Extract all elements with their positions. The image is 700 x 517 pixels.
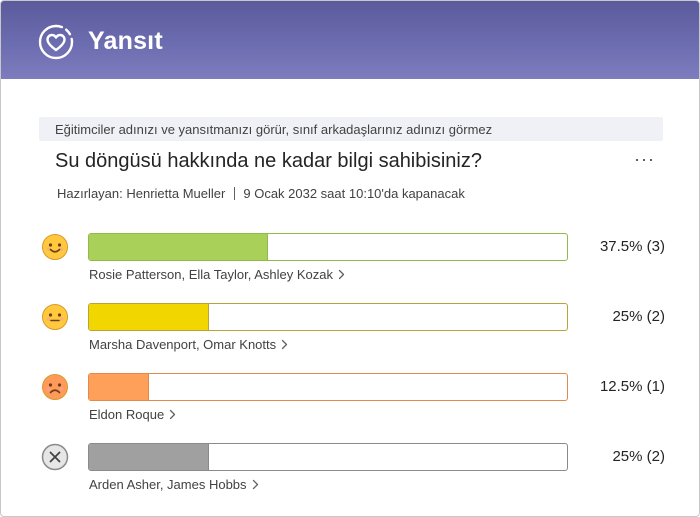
response-bar-fill — [89, 444, 209, 470]
sad-face-icon — [41, 373, 69, 401]
response-percent: 25% (2) — [612, 448, 665, 465]
respondent-names-link[interactable]: Arden Asher, James Hobbs — [89, 477, 259, 493]
respondent-names: Rosie Patterson, Ella Taylor, Ashley Koz… — [89, 267, 333, 282]
question-title: Su döngüsü hakkında ne kadar bilgi sahib… — [55, 150, 482, 172]
response-row: 37.5% (3) Rosie Patterson, Ella Taylor, A… — [1, 233, 699, 293]
meta-divider — [234, 187, 236, 200]
more-options-button[interactable]: ··· — [634, 149, 655, 170]
question-meta: Hazırlayan: Henrietta Mueller 9 Ocak 2032… — [57, 186, 465, 201]
response-bar-fill — [89, 374, 149, 400]
reflect-card: Yansıt Eğitimciler adınızı ve yansıtmanı… — [0, 0, 700, 517]
respondent-names-link[interactable]: Rosie Patterson, Ella Taylor, Ashley Koz… — [89, 267, 345, 283]
respondent-names-link[interactable]: Marsha Davenport, Omar Knotts — [89, 337, 288, 353]
response-bar — [88, 443, 568, 471]
response-percent: 25% (2) — [612, 308, 665, 325]
response-bar — [88, 233, 568, 261]
response-row: 25% (2) Marsha Davenport, Omar Knotts — [1, 303, 699, 363]
respondent-names: Marsha Davenport, Omar Knotts — [89, 337, 277, 352]
deadline-text: 9 Ocak 2032 saat 10:10'da kapanacak — [243, 186, 465, 201]
response-bar — [88, 373, 568, 401]
respondent-names: Arden Asher, James Hobbs — [89, 477, 247, 492]
response-row: 25% (2) Arden Asher, James Hobbs — [1, 443, 699, 503]
respondent-names: Eldon Roque — [89, 407, 165, 422]
chevron-right-icon — [338, 268, 345, 283]
chevron-right-icon — [252, 478, 259, 493]
response-row: 12.5% (1) Eldon Roque — [1, 373, 699, 433]
response-percent: 37.5% (3) — [599, 238, 665, 255]
response-bar-fill — [89, 234, 268, 260]
chevron-right-icon — [169, 408, 176, 423]
privacy-notice: Eğitimciler adınızı ve yansıtmanızı görü… — [39, 117, 663, 141]
response-bar — [88, 303, 568, 331]
response-bar-fill — [89, 304, 209, 330]
app-title: Yansıt — [88, 27, 163, 55]
no-response-icon — [41, 443, 69, 471]
chevron-right-icon — [281, 338, 288, 353]
respondent-names-link[interactable]: Eldon Roque — [89, 407, 176, 423]
neutral-face-icon — [41, 303, 69, 331]
heart-in-circle-icon — [38, 24, 74, 60]
happy-face-icon — [41, 233, 69, 261]
app-header: Yansıt — [1, 1, 699, 79]
author-text: Hazırlayan: Henrietta Mueller — [57, 186, 226, 201]
response-percent: 12.5% (1) — [599, 378, 665, 395]
